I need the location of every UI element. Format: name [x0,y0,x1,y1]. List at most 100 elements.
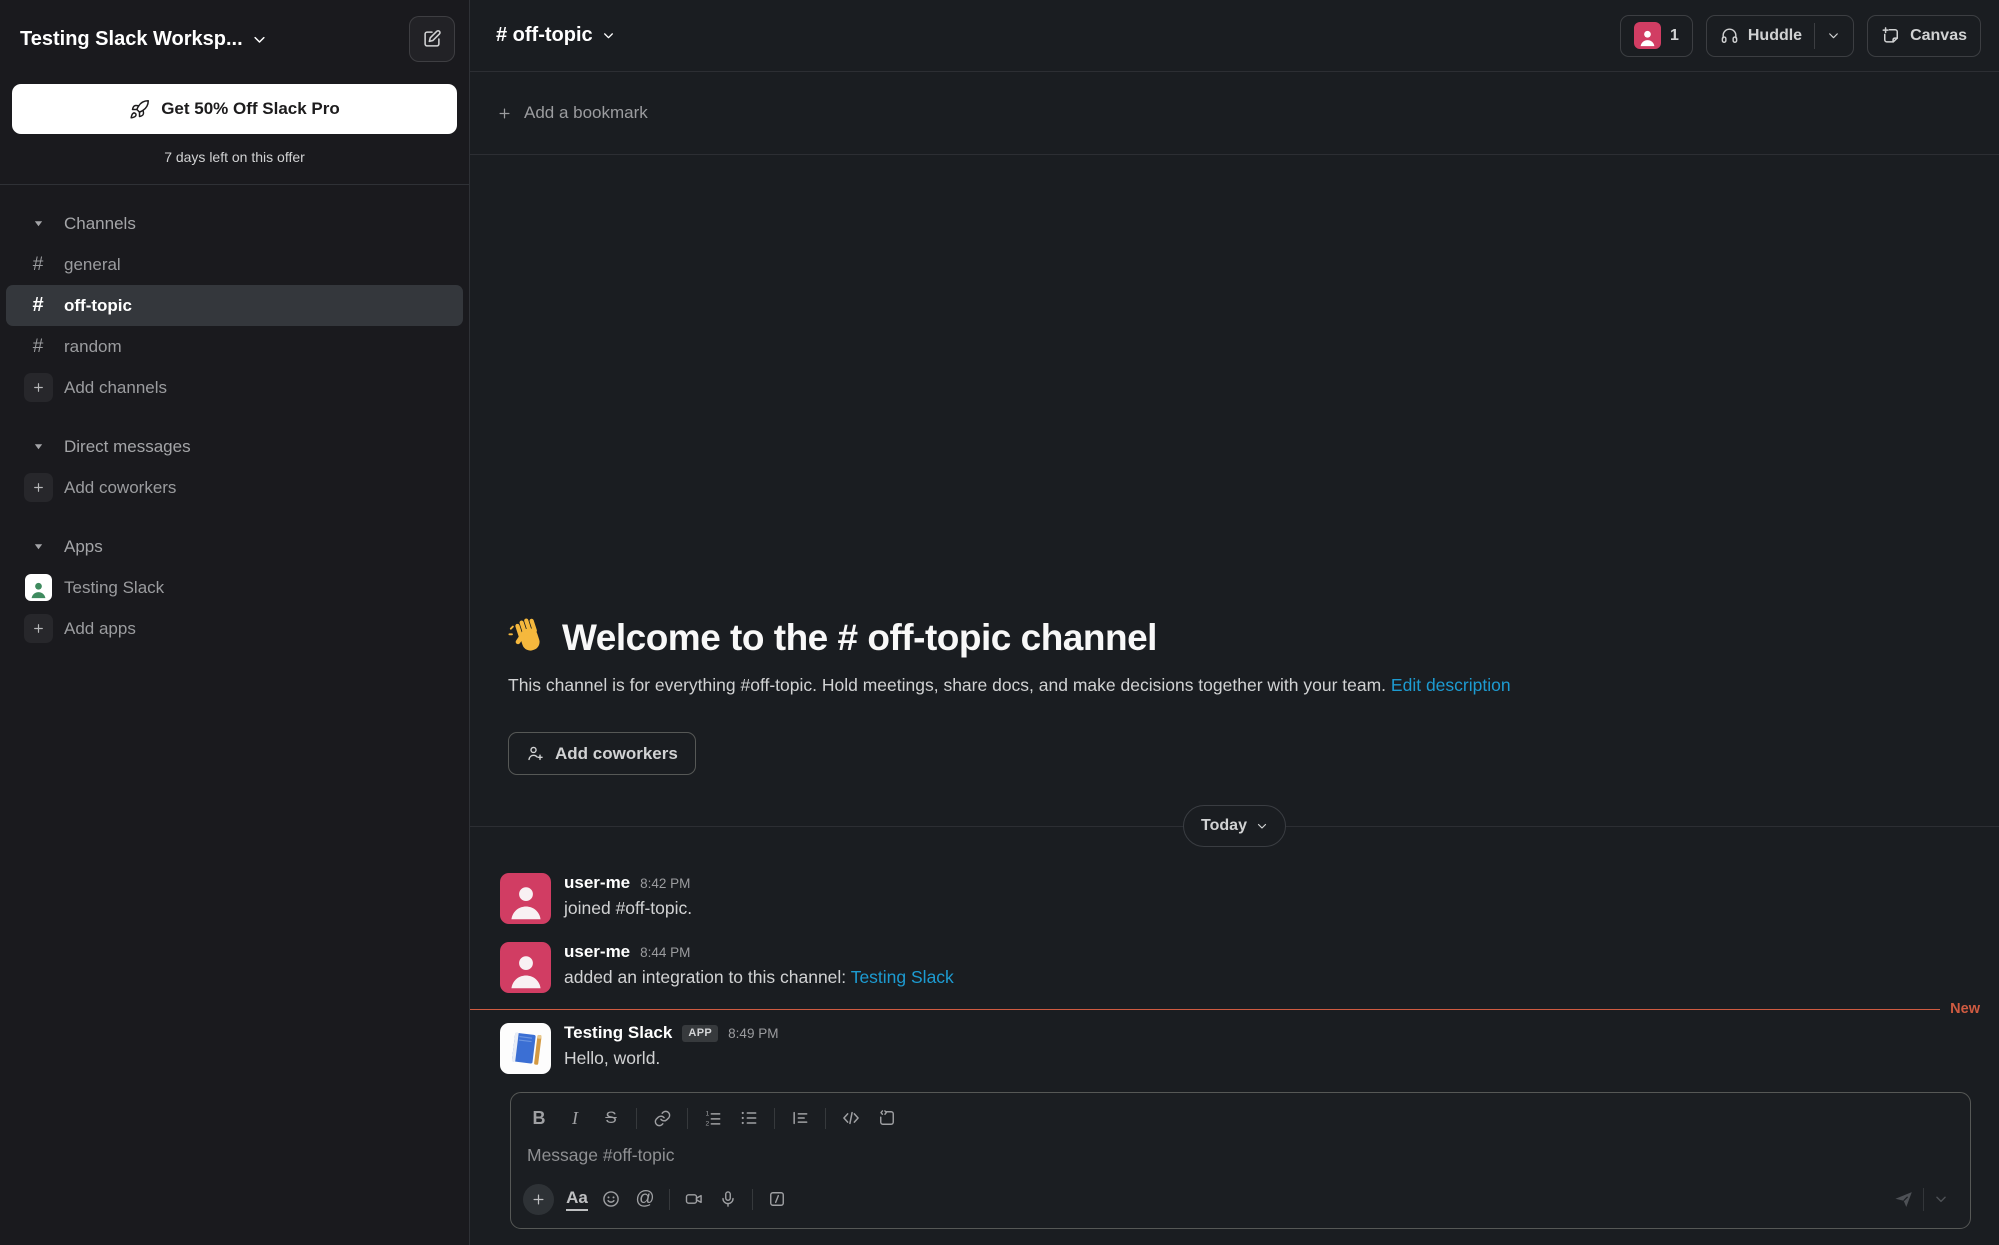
new-message-button[interactable] [409,16,455,62]
emoji-button[interactable] [594,1182,628,1216]
channel-label: off-topic [64,296,132,316]
attach-button[interactable] [523,1184,554,1215]
sidebar-item-add-channels[interactable]: Add channels [6,367,463,408]
avatar[interactable] [500,873,551,924]
ordered-list-button[interactable]: 1 2 [695,1101,731,1135]
pro-offer-banner: Get 50% Off Slack Pro 7 days left on thi… [0,68,469,185]
avatar[interactable] [500,942,551,993]
add-coworkers-button[interactable]: Add coworkers [508,732,696,775]
chevron-down-icon [1256,820,1268,832]
unread-divider: New [470,1003,1999,1015]
message-timestamp[interactable]: 8:42 PM [640,876,690,891]
intro-description-text: This channel is for everything #off-topi… [508,675,1386,695]
message-body: user-me 8:44 PM added an integration to … [564,942,954,993]
message-author[interactable]: user-me [564,942,630,962]
slash-commands-button[interactable] [760,1182,794,1216]
upgrade-pro-button[interactable]: Get 50% Off Slack Pro [12,84,457,134]
bold-glyph: B [533,1108,546,1129]
divider [825,1108,826,1129]
sidebar-item-add-coworkers[interactable]: Add coworkers [6,467,463,508]
message-text: joined #off-topic. [564,898,692,919]
book-app-icon [503,1026,549,1072]
strikethrough-button[interactable]: S [593,1101,629,1135]
section-direct-messages[interactable]: Direct messages [6,426,463,467]
formatting-toggle-button[interactable]: Aa [560,1182,594,1216]
huddle-button[interactable]: Huddle [1706,15,1854,57]
message-text: added an integration to this channel: Te… [564,967,954,988]
app-badge: APP [682,1025,718,1042]
section-label: Apps [64,537,103,557]
add-bookmark-label: Add a bookmark [524,103,648,123]
chevron-down-icon [252,32,267,47]
message-input-row [511,1139,1970,1178]
app-avatar[interactable] [500,1023,551,1074]
italic-button[interactable]: I [557,1101,593,1135]
member-count: 1 [1670,27,1679,45]
message-pane[interactable]: Welcome to the # off-topic channel This … [470,155,1999,1084]
send-icon [1893,1189,1914,1210]
link-button[interactable] [644,1101,680,1135]
code-block-button[interactable] [869,1101,905,1135]
audio-button[interactable] [711,1182,745,1216]
message-text-run: added an integration to this channel: [564,967,851,987]
composer-actions: Aa @ [511,1178,1970,1228]
edit-description-link[interactable]: Edit description [1391,675,1511,695]
add-coworkers-label: Add coworkers [64,478,176,498]
video-button[interactable] [677,1182,711,1216]
canvas-label: Canvas [1910,27,1967,45]
sidebar-item-add-apps[interactable]: Add apps [6,608,463,649]
message-author[interactable]: user-me [564,873,630,893]
date-divider: Today [470,805,1999,847]
add-coworkers-label: Add coworkers [555,744,678,764]
plus-icon [497,106,512,121]
plus-chip [20,373,56,402]
message-timestamp[interactable]: 8:49 PM [728,1026,778,1041]
mention-button[interactable]: @ [628,1182,662,1216]
chevron-down-icon [602,29,615,42]
integration-link[interactable]: Testing Slack [851,967,954,987]
plus-chip [20,473,56,502]
message-composer: B I S 1 2 [510,1092,1971,1229]
sidebar-item-random[interactable]: # random [6,326,463,367]
send-button[interactable] [1883,1182,1923,1216]
member-avatar [1634,22,1661,49]
channel-title: # off-topic [496,24,593,47]
svg-text:2: 2 [706,1121,710,1128]
sidebar-item-testing-slack-app[interactable]: Testing Slack [6,567,463,608]
sidebar-item-off-topic[interactable]: # off-topic [6,285,463,326]
message-author[interactable]: Testing Slack [564,1023,672,1043]
message-row[interactable]: user-me 8:44 PM added an integration to … [470,934,1999,1003]
link-icon [653,1109,672,1128]
bold-button[interactable]: B [521,1101,557,1135]
code-button[interactable] [833,1101,869,1135]
message-row[interactable]: Testing Slack APP 8:49 PM Hello, world. [470,1015,1999,1084]
blockquote-icon [790,1108,810,1128]
add-bookmark-button[interactable]: Add a bookmark [470,72,1999,155]
workspace-switcher[interactable]: Testing Slack Worksp... [20,28,267,51]
message-body: user-me 8:42 PM joined #off-topic. [564,873,692,924]
date-jump-button[interactable]: Today [1183,805,1286,847]
rocket-icon [129,99,150,120]
section-label: Direct messages [64,437,191,457]
message-row[interactable]: user-me 8:42 PM joined #off-topic. [470,865,1999,934]
canvas-button[interactable]: Canvas [1867,15,1981,57]
channel-title-button[interactable]: # off-topic [496,24,615,47]
plus-icon [531,1192,546,1207]
sidebar-nav: Channels # general # off-topic # random … [0,185,469,649]
member-count-button[interactable]: 1 [1620,15,1693,57]
section-gap [0,408,469,426]
message-input[interactable] [527,1145,1954,1166]
main-content: # off-topic 1 [470,0,1999,1245]
microphone-icon [718,1189,738,1209]
blockquote-button[interactable] [782,1101,818,1135]
huddle-options-chevron-icon[interactable] [1827,29,1840,42]
sidebar-item-general[interactable]: # general [6,244,463,285]
person-plus-icon [526,744,545,763]
send-options-button[interactable] [1924,1182,1958,1216]
bulleted-list-button[interactable] [731,1101,767,1135]
message-head: user-me 8:42 PM [564,873,692,893]
caret-down-icon [20,218,56,229]
section-apps[interactable]: Apps [6,526,463,567]
section-channels[interactable]: Channels [6,203,463,244]
message-timestamp[interactable]: 8:44 PM [640,945,690,960]
